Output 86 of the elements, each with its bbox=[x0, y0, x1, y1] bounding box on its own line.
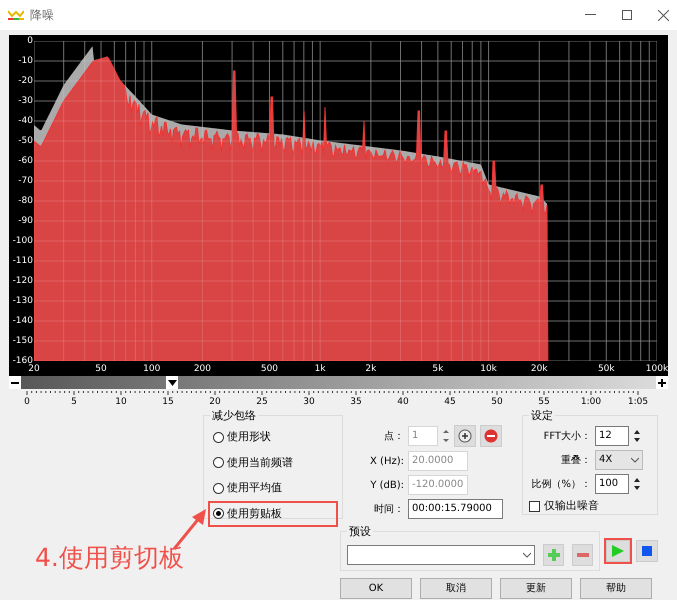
spectrum-drawing[interactable] bbox=[34, 46, 548, 361]
axis-label: 1k bbox=[314, 363, 326, 376]
radio-option[interactable]: 使用平均值 bbox=[210, 477, 336, 500]
minimize-icon[interactable] bbox=[585, 14, 596, 16]
minus-icon[interactable] bbox=[11, 382, 19, 384]
dialog-button[interactable]: 更新 bbox=[500, 578, 572, 599]
plus-icon bbox=[458, 429, 472, 443]
minus-icon bbox=[484, 429, 498, 443]
axis-label: -60 bbox=[17, 155, 33, 167]
axis-label: -90 bbox=[17, 215, 33, 227]
field-label: 点： bbox=[383, 430, 404, 444]
remove-point-button[interactable] bbox=[480, 425, 502, 447]
spinner-icon[interactable] bbox=[633, 476, 641, 492]
axis-label: -80 bbox=[17, 195, 33, 207]
axis-label: -70 bbox=[17, 175, 33, 187]
axis-label: 20 bbox=[28, 364, 40, 376]
close-icon[interactable] bbox=[658, 10, 669, 20]
axis-label: -30 bbox=[17, 95, 33, 107]
noise-only-checkbox[interactable]: 仅输出噪音 bbox=[529, 498, 651, 514]
dialog-button[interactable]: OK bbox=[340, 578, 412, 599]
add-point-button[interactable] bbox=[454, 425, 476, 447]
overlap-dropdown[interactable]: 4X bbox=[595, 450, 643, 470]
timeline-label: 0 bbox=[24, 396, 30, 409]
field-label: 比例（%）： bbox=[530, 478, 591, 492]
annotation-text: 4.使用剪切板 bbox=[35, 542, 184, 574]
input-field[interactable]: 00:00:15.79000 bbox=[408, 499, 503, 519]
axis-label: 0 bbox=[26, 35, 33, 47]
radio-option[interactable]: 使用当前频谱 bbox=[210, 452, 336, 474]
dialog-button[interactable]: 帮助 bbox=[580, 578, 652, 599]
timeline-label: 15 bbox=[162, 396, 174, 409]
axis-label: 50k bbox=[598, 363, 615, 376]
axis-label: -50 bbox=[17, 135, 33, 147]
timeline-label: 40 bbox=[397, 396, 409, 409]
timeline-label: 25 bbox=[256, 396, 268, 409]
app-logo-icon bbox=[8, 8, 24, 21]
axis-label: -150 bbox=[12, 335, 33, 347]
timeline-label: 35 bbox=[350, 396, 362, 409]
maximize-icon[interactable] bbox=[622, 10, 632, 20]
play-icon bbox=[612, 545, 624, 557]
field-label: 时间： bbox=[373, 502, 404, 516]
timeline-label: 1:05 bbox=[628, 396, 648, 409]
spinner-icon[interactable] bbox=[633, 428, 641, 444]
fft-size-field[interactable]: 12 bbox=[595, 426, 629, 446]
axis-label: 2k bbox=[365, 363, 376, 376]
radio-option[interactable]: 使用剪贴板 bbox=[210, 502, 336, 525]
axis-label: -140 bbox=[12, 315, 33, 327]
axis-label: 100 bbox=[143, 363, 160, 376]
timeline-label: 5 bbox=[71, 396, 77, 409]
axis-label: 500 bbox=[260, 363, 278, 376]
dialog-button[interactable]: 取消 bbox=[420, 578, 492, 599]
axis-label: -40 bbox=[17, 115, 33, 127]
field-label: Y (dB): bbox=[369, 478, 404, 492]
plus-icon bbox=[548, 549, 560, 561]
zoom-scrollbar[interactable] bbox=[9, 376, 668, 389]
timeline-label: 1:00 bbox=[580, 396, 602, 409]
axis-label: 10k bbox=[480, 363, 497, 376]
axis-label: 100k bbox=[646, 363, 668, 376]
axis-label: -100 bbox=[12, 235, 33, 247]
axis-label: -10 bbox=[17, 55, 33, 67]
plus-icon[interactable] bbox=[658, 378, 666, 386]
field-label: X (Hz): bbox=[369, 454, 404, 468]
timeline-label: 10 bbox=[115, 396, 127, 409]
axis-label: -130 bbox=[12, 295, 33, 307]
axis-label: 20k bbox=[530, 363, 548, 376]
minus-icon bbox=[576, 553, 589, 557]
axis-label: 50 bbox=[95, 363, 107, 376]
timeline-label: 45 bbox=[444, 396, 456, 409]
axis-label: 5k bbox=[432, 363, 444, 376]
ratio-field[interactable]: 100 bbox=[595, 474, 629, 494]
timeline-label: 30 bbox=[303, 396, 315, 409]
timeline-label: 20 bbox=[209, 396, 221, 409]
scroll-thumb-icon[interactable] bbox=[168, 380, 176, 386]
axis-label: -20 bbox=[17, 75, 33, 87]
axis-label: -110 bbox=[12, 255, 33, 267]
timeline-label: 50 bbox=[491, 396, 503, 409]
stop-button[interactable] bbox=[636, 540, 658, 562]
stop-icon bbox=[642, 546, 652, 556]
radio-option[interactable]: 使用形状 bbox=[210, 426, 336, 448]
axis-label: -120 bbox=[12, 275, 33, 287]
remove-preset-button[interactable] bbox=[572, 544, 593, 566]
preset-dropdown[interactable] bbox=[347, 545, 536, 565]
window-title: 降噪 bbox=[30, 7, 54, 24]
timeline-label: 55 bbox=[538, 396, 550, 409]
field-label: 重叠： bbox=[560, 454, 591, 468]
field-label: FFT大小： bbox=[542, 430, 591, 444]
axis-label: 200 bbox=[194, 363, 212, 376]
